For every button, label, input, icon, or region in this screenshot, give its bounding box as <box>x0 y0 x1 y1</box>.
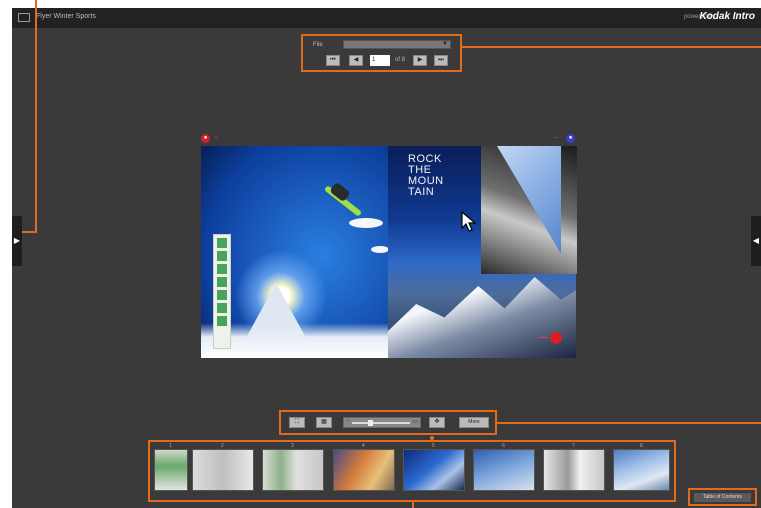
right-page-marker-label: ·· <box>554 135 558 141</box>
zoom-track <box>352 422 410 424</box>
photo-strip <box>213 234 231 349</box>
cloud-shape <box>371 246 389 253</box>
thumbnail-number: 5 <box>432 443 435 449</box>
thumbnail-strip: 1 2 3 4 5 6 7 8 <box>148 440 676 502</box>
page-navigator: File ▼ ⏮ ◀ 1 of 8 ▶ ⏭ <box>301 34 462 72</box>
thumbnail-number: 7 <box>572 443 575 449</box>
fit-page-button[interactable]: ✥ <box>429 417 445 428</box>
page-caption: ━━━ <box>538 335 548 341</box>
thumbnail-page-6[interactable]: 6 <box>473 443 535 491</box>
first-page-button[interactable]: ⏮ <box>326 55 340 66</box>
last-page-button[interactable]: ⏭ <box>434 55 448 66</box>
page-fold <box>497 146 561 254</box>
skier-figure <box>329 181 351 203</box>
top-bar: Flyer Winter Sports powered by Kodak Int… <box>12 8 761 28</box>
app-title: Flyer Winter Sports <box>36 13 96 20</box>
thumbnail-page-5[interactable]: 5 <box>403 443 465 491</box>
view-toolbar: ⛶ ▦ − ▭ ✥ More <box>279 410 497 435</box>
mountain-range <box>388 277 576 358</box>
right-page-marker-icon[interactable]: ● <box>566 134 575 143</box>
zoom-in-icon: ▭ <box>412 419 418 425</box>
left-page-marker-label: ·· <box>214 135 218 141</box>
file-label: File <box>313 42 323 48</box>
zoom-handle[interactable] <box>368 420 373 426</box>
chevron-down-icon: ▼ <box>442 41 448 47</box>
thumbnail-number: 2 <box>221 443 224 449</box>
more-button[interactable]: More <box>459 417 489 428</box>
thumbnail-number: 6 <box>502 443 505 449</box>
mouse-cursor-icon <box>461 211 477 232</box>
file-select[interactable]: ▼ <box>343 40 451 49</box>
thumbnail-page-7[interactable]: 7 <box>543 443 605 491</box>
prev-page-button[interactable]: ◀ <box>349 55 363 66</box>
grid-view-button[interactable]: ▦ <box>316 417 332 428</box>
zoom-out-icon: − <box>346 418 350 424</box>
thumbnail-number: 3 <box>291 443 294 449</box>
thumbnail-number: 8 <box>640 443 643 449</box>
callout-line <box>462 46 761 48</box>
fullscreen-button[interactable]: ⛶ <box>289 417 305 428</box>
zoom-slider[interactable]: − ▭ <box>343 417 421 428</box>
page-total: of 8 <box>395 57 406 63</box>
page-headline: ROCK THE MOUN TAIN <box>408 154 444 198</box>
app-logo-icon <box>18 13 30 22</box>
thumbnail-page-4[interactable]: 4 <box>333 443 395 491</box>
callout-line <box>412 502 414 508</box>
thumbnail-page-1[interactable]: 1 <box>154 443 188 491</box>
page-number-input[interactable]: 1 <box>370 55 390 66</box>
table-of-contents-button[interactable]: Table of Contents <box>694 493 751 502</box>
callout-line <box>497 422 761 424</box>
thumbnail-number: 1 <box>169 443 172 449</box>
next-page-button[interactable]: ▶ <box>413 55 427 66</box>
thumbnail-page-3[interactable]: 3 <box>262 443 324 491</box>
table-of-contents-panel: Table of Contents <box>688 488 757 506</box>
thumbnail-page-2[interactable]: 2 <box>192 443 254 491</box>
callout-line <box>35 0 37 232</box>
left-page-photo <box>201 146 389 358</box>
page-curl-corner[interactable] <box>481 146 577 274</box>
right-panel-toggle[interactable]: ◀ <box>751 216 761 266</box>
headline-line: TAIN <box>408 186 435 198</box>
book-spread[interactable]: ROCK THE MOUN TAIN ━━━ <box>201 146 577 358</box>
red-logo-icon <box>550 332 562 344</box>
thumbnail-page-8[interactable]: 8 <box>613 443 670 491</box>
left-panel-toggle[interactable]: ▶ <box>12 216 22 266</box>
left-page-marker-icon[interactable]: ● <box>201 134 210 143</box>
cloud-shape <box>349 218 383 228</box>
thumbnail-number: 4 <box>362 443 365 449</box>
brand-logo: Kodak Intro <box>699 11 755 22</box>
